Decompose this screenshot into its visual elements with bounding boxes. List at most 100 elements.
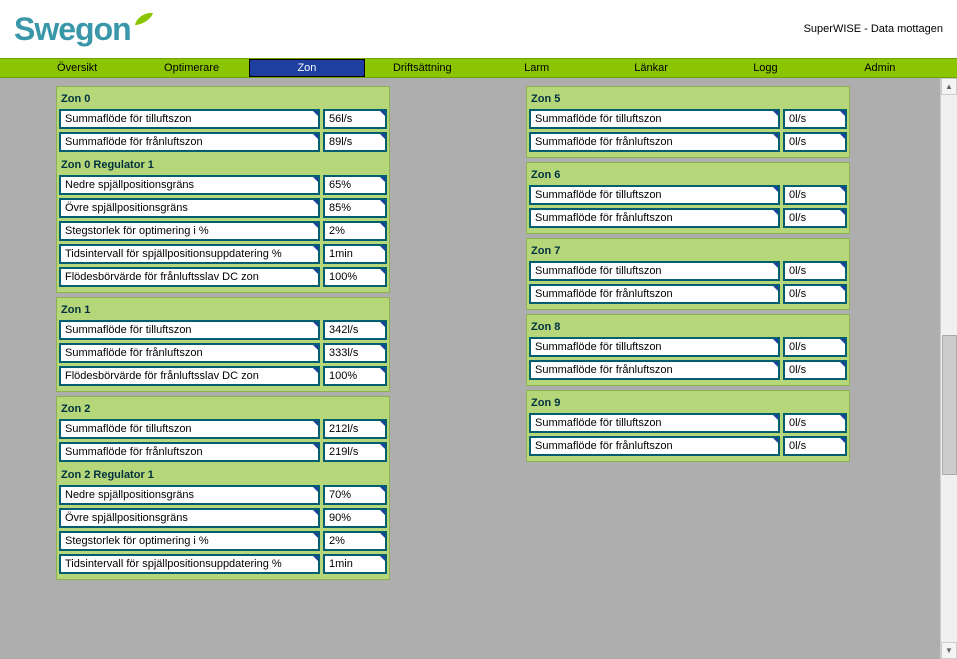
row-label: Summaflöde för frånluftszon: [59, 132, 320, 152]
row-value[interactable]: 1min: [323, 554, 387, 574]
row-label: Tidsintervall för spjällpositionsuppdate…: [59, 554, 320, 574]
data-row: Summaflöde för frånluftszon333l/s: [59, 343, 387, 363]
data-row: Summaflöde för tilluftszon342l/s: [59, 320, 387, 340]
zone-title: Zon 8: [529, 317, 847, 337]
row-value[interactable]: 0l/s: [783, 208, 847, 228]
content-area: Zon 0Summaflöde för tilluftszon56l/sSumm…: [0, 78, 957, 581]
vertical-scrollbar[interactable]: ▲ ▼: [940, 78, 957, 659]
nav-zon[interactable]: Zon: [249, 59, 365, 77]
zone-title: Zon 5: [529, 89, 847, 109]
row-value[interactable]: 0l/s: [783, 436, 847, 456]
row-value[interactable]: 0l/s: [783, 185, 847, 205]
zone-box: Zon 1Summaflöde för tilluftszon342l/sSum…: [56, 297, 390, 392]
row-value[interactable]: 0l/s: [783, 413, 847, 433]
data-row: Summaflöde för frånluftszon219l/s: [59, 442, 387, 462]
row-value[interactable]: 89l/s: [323, 132, 387, 152]
nav-optimerare[interactable]: Optimerare: [134, 59, 248, 77]
row-label: Stegstorlek för optimering i %: [59, 531, 320, 551]
row-label: Övre spjällpositionsgräns: [59, 508, 320, 528]
row-value[interactable]: 70%: [323, 485, 387, 505]
zone-box: Zon 9Summaflöde för tilluftszon0l/sSumma…: [526, 390, 850, 462]
row-label: Flödesbörvärde för frånluftsslav DC zon: [59, 366, 320, 386]
row-label: Nedre spjällpositionsgräns: [59, 485, 320, 505]
row-label: Summaflöde för tilluftszon: [529, 185, 780, 205]
zone-box: Zon 7Summaflöde för tilluftszon0l/sSumma…: [526, 238, 850, 310]
data-row: Summaflöde för frånluftszon0l/s: [529, 284, 847, 304]
row-value[interactable]: 2%: [323, 221, 387, 241]
row-value[interactable]: 0l/s: [783, 284, 847, 304]
row-value[interactable]: 85%: [323, 198, 387, 218]
nav-admin[interactable]: Admin: [823, 59, 937, 77]
row-label: Summaflöde för frånluftszon: [59, 343, 320, 363]
scroll-area: Zon 0Summaflöde för tilluftszon56l/sSumm…: [0, 86, 957, 581]
nav-larm[interactable]: Larm: [480, 59, 594, 77]
logo-text: Swegon: [14, 11, 131, 48]
row-value[interactable]: 0l/s: [783, 360, 847, 380]
data-row: Stegstorlek för optimering i %2%: [59, 531, 387, 551]
left-column: Zon 0Summaflöde för tilluftszon56l/sSumm…: [48, 86, 398, 581]
row-label: Summaflöde för frånluftszon: [59, 442, 320, 462]
row-value[interactable]: 342l/s: [323, 320, 387, 340]
data-row: Summaflöde för tilluftszon56l/s: [59, 109, 387, 129]
data-row: Summaflöde för frånluftszon0l/s: [529, 132, 847, 152]
zone-title: Zon 9: [529, 393, 847, 413]
zone-title: Zon 2: [59, 399, 387, 419]
row-value[interactable]: 219l/s: [323, 442, 387, 462]
data-row: Summaflöde för tilluftszon0l/s: [529, 109, 847, 129]
row-value[interactable]: 2%: [323, 531, 387, 551]
row-label: Flödesbörvärde för frånluftsslav DC zon: [59, 267, 320, 287]
row-label: Summaflöde för tilluftszon: [59, 320, 320, 340]
zone-box: Zon 8Summaflöde för tilluftszon0l/s Summa…: [526, 314, 850, 386]
scroll-track[interactable]: [941, 95, 957, 642]
scroll-up-button[interactable]: ▲: [941, 78, 957, 95]
row-label: Summaflöde för frånluftszon: [529, 360, 780, 380]
data-row: Stegstorlek för optimering i %2%: [59, 221, 387, 241]
data-row: Summaflöde för tilluftszon0l/s: [529, 413, 847, 433]
row-value[interactable]: 0l/s: [783, 261, 847, 281]
scroll-thumb[interactable]: [942, 335, 957, 475]
nav-översikt[interactable]: Översikt: [20, 59, 134, 77]
row-value[interactable]: 100%: [323, 366, 387, 386]
row-label: Summaflöde för tilluftszon: [529, 413, 780, 433]
zone-title: Zon 6: [529, 165, 847, 185]
row-value[interactable]: 0l/s: [783, 337, 847, 357]
row-value[interactable]: 56l/s: [323, 109, 387, 129]
data-row: Summaflöde för tilluftszon0l/s: [529, 185, 847, 205]
row-value[interactable]: 65%: [323, 175, 387, 195]
row-label: Stegstorlek för optimering i %: [59, 221, 320, 241]
row-value[interactable]: 1min: [323, 244, 387, 264]
row-label: Summaflöde för tilluftszon: [59, 419, 320, 439]
leaf-icon: [134, 12, 154, 26]
data-row: Tidsintervall för spjällpositionsuppdate…: [59, 244, 387, 264]
zone-subtitle: Zon 2 Regulator 1: [59, 465, 387, 485]
zone-box: Zon 0Summaflöde för tilluftszon56l/sSumm…: [56, 86, 390, 293]
nav-logg[interactable]: Logg: [708, 59, 822, 77]
row-label: Summaflöde för tilluftszon: [59, 109, 320, 129]
logo: Swegon: [14, 11, 154, 48]
data-row: Summaflöde för frånluftszon0l/s: [529, 360, 847, 380]
data-row: Flödesbörvärde för frånluftsslav DC zon1…: [59, 267, 387, 287]
scroll-down-button[interactable]: ▼: [941, 642, 957, 659]
zone-box: Zon 5Summaflöde för tilluftszon0l/sSumma…: [526, 86, 850, 158]
row-value[interactable]: 0l/s: [783, 109, 847, 129]
row-label: Nedre spjällpositionsgräns: [59, 175, 320, 195]
zone-subtitle: Zon 0 Regulator 1: [59, 155, 387, 175]
data-row: Flödesbörvärde för frånluftsslav DC zon1…: [59, 366, 387, 386]
row-label: Summaflöde för tilluftszon: [529, 109, 780, 129]
row-value[interactable]: 100%: [323, 267, 387, 287]
row-value[interactable]: 0l/s: [783, 132, 847, 152]
data-row: Summaflöde för tilluftszon0l/s: [529, 337, 847, 357]
row-label: Summaflöde för tilluftszon: [529, 261, 780, 281]
nav-länkar[interactable]: Länkar: [594, 59, 708, 77]
nav-driftsättning[interactable]: Driftsättning: [365, 59, 479, 77]
data-row: Nedre spjällpositionsgräns65%: [59, 175, 387, 195]
data-row: Summaflöde för tilluftszon212l/s: [59, 419, 387, 439]
data-row: Summaflöde för frånluftszon0l/s: [529, 436, 847, 456]
row-value[interactable]: 90%: [323, 508, 387, 528]
row-value[interactable]: 212l/s: [323, 419, 387, 439]
navbar: ÖversiktOptimerareZonDriftsättningLarmLä…: [0, 58, 957, 78]
row-value[interactable]: 333l/s: [323, 343, 387, 363]
zone-title: Zon 0: [59, 89, 387, 109]
data-row: Övre spjällpositionsgräns85%: [59, 198, 387, 218]
zone-box: Zon 2Summaflöde för tilluftszon212l/sSum…: [56, 396, 390, 580]
